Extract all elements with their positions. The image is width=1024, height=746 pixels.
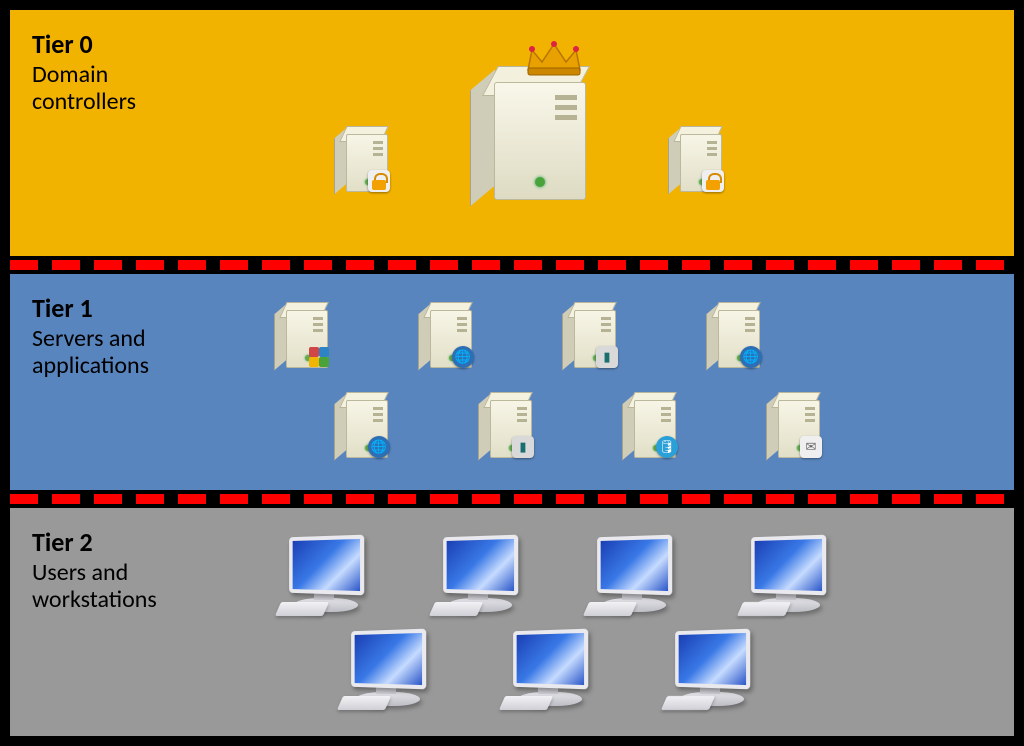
tier-2-band: Tier 2 Users and workstations: [10, 508, 1014, 736]
server-icon: 🛢: [628, 392, 674, 456]
lock-icon: [368, 170, 390, 192]
tier-1-icons: 🌐 ▮ 🌐: [180, 274, 994, 490]
server-icon: ▮: [568, 302, 614, 366]
web-server-2: 🌐: [712, 302, 758, 366]
monitor-icon: [584, 536, 676, 616]
server-icon: [674, 126, 720, 190]
server-icon: ▮: [484, 392, 530, 456]
chip-server-1: ▮: [568, 302, 614, 366]
crown-icon: [524, 40, 584, 78]
tier-separator-1: [10, 256, 1014, 274]
tier-0-band: Tier 0 Domain controllers: [10, 10, 1014, 256]
globe-icon: 🌐: [368, 436, 390, 458]
web-server-3: 🌐: [340, 392, 386, 456]
workstation-6: [500, 630, 592, 710]
server-icon: 🌐: [340, 392, 386, 456]
globe-icon: 🌐: [452, 346, 474, 368]
monitor-icon: [276, 536, 368, 616]
lock-icon: [702, 170, 724, 192]
tier-2-icons: [180, 508, 994, 736]
server-icon: 🌐: [424, 302, 470, 366]
tier-0-icons: [180, 10, 994, 256]
chip-server-2: ▮: [484, 392, 530, 456]
server-icon: 🌐: [712, 302, 758, 366]
puzzle-icon: [308, 346, 330, 368]
workstation-1: [276, 536, 368, 616]
server-icon: [280, 302, 326, 366]
app-server-puzzle: [280, 302, 326, 366]
mail-icon: ✉: [800, 436, 822, 458]
server-icon: ✉: [772, 392, 818, 456]
workstation-3: [584, 536, 676, 616]
tier-separator-2: [10, 490, 1014, 508]
king-domain-controller: [480, 46, 590, 196]
globe-icon: 🌐: [740, 346, 762, 368]
monitor-icon: [500, 630, 592, 710]
db-server: 🛢: [628, 392, 674, 456]
workstation-2: [430, 536, 522, 616]
workstation-5: [338, 630, 430, 710]
workstation-7: [662, 630, 754, 710]
big-server-icon: [480, 46, 590, 196]
tier-1-band: Tier 1 Servers and applications 🌐: [10, 274, 1014, 490]
monitor-icon: [338, 630, 430, 710]
tier-diagram: Tier 0 Domain controllers: [0, 0, 1024, 746]
workstation-4: [738, 536, 830, 616]
server-icon: [340, 126, 386, 190]
chip-icon: ▮: [596, 346, 618, 368]
chip-icon: ▮: [512, 436, 534, 458]
locked-server-left: [340, 126, 386, 190]
monitor-icon: [662, 630, 754, 710]
database-icon: 🛢: [656, 436, 678, 458]
monitor-icon: [738, 536, 830, 616]
web-server-1: 🌐: [424, 302, 470, 366]
monitor-icon: [430, 536, 522, 616]
mail-server: ✉: [772, 392, 818, 456]
locked-server-right: [674, 126, 720, 190]
